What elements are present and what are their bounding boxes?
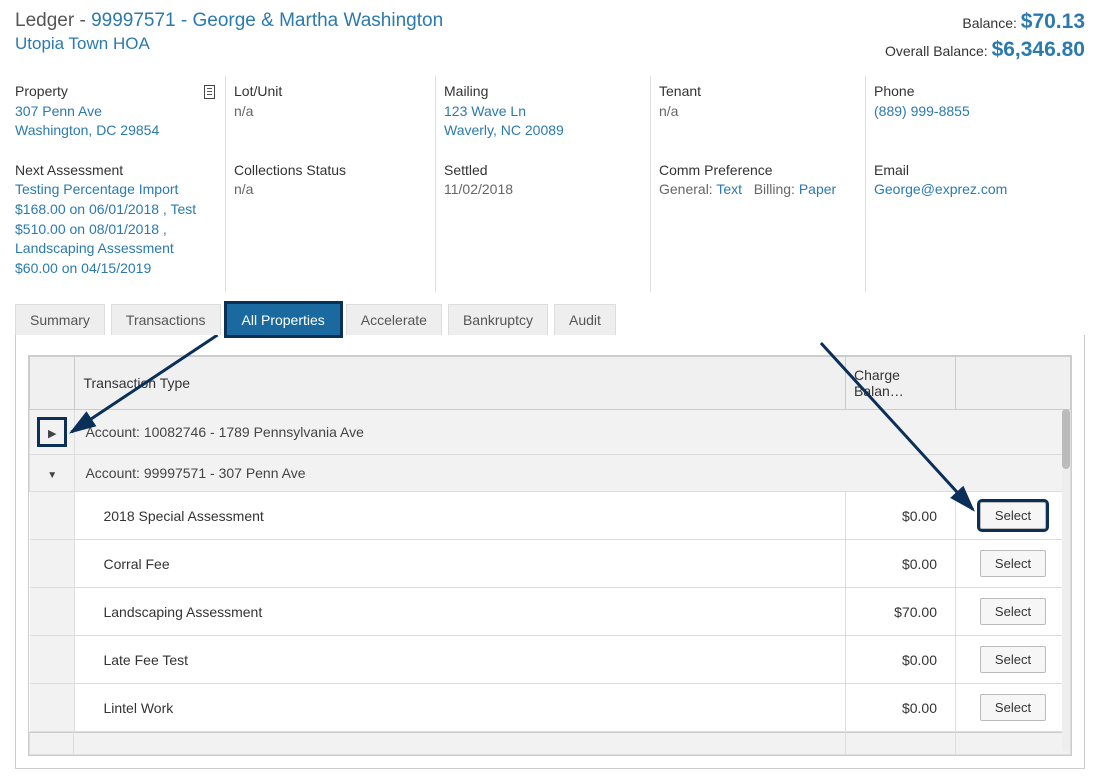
next-assessment-value[interactable]: Testing Percentage Import $168.00 on 06/… [15, 180, 215, 278]
tab-bankruptcy[interactable]: Bankruptcy [448, 304, 548, 335]
account-link[interactable]: 99997571 - George & Martha Washington [91, 10, 443, 31]
tenant-value: n/a [659, 102, 855, 122]
table-row: Late Fee Test$0.00 Select [30, 636, 1071, 684]
group-1-label: Account: 10082746 - 1789 Pennsylvania Av… [75, 410, 1071, 455]
col-expand [30, 357, 75, 410]
phone-value[interactable]: (889) 999-8855 [874, 103, 970, 119]
expand-icon[interactable] [40, 420, 64, 444]
comm-pref-value: General: Text Billing: Paper [659, 180, 855, 200]
row-name: Lintel Work [75, 684, 846, 732]
document-icon[interactable] [204, 85, 215, 99]
phone-label: Phone [874, 82, 1065, 102]
tab-accelerate[interactable]: Accelerate [346, 304, 442, 335]
tab-transactions[interactable]: Transactions [111, 304, 221, 335]
settled-value: 11/02/2018 [444, 180, 640, 200]
mailing-line2[interactable]: Waverly, NC 20089 [444, 122, 564, 138]
row-name: Corral Fee [75, 540, 846, 588]
select-button[interactable]: Select [980, 550, 1046, 577]
collections-label: Collections Status [234, 161, 425, 181]
email-value[interactable]: George@exprez.com [874, 181, 1007, 197]
comm-billing-link[interactable]: Paper [799, 181, 836, 197]
table-row: Lintel Work$0.00 Select [30, 684, 1071, 732]
comm-pref-label: Comm Preference [659, 161, 855, 181]
grid-panel: Transaction Type Charge Balan… Account: … [15, 335, 1085, 769]
settled-label: Settled [444, 161, 640, 181]
tabs: Summary Transactions All Properties Acce… [15, 304, 1085, 335]
group-row-1[interactable]: Account: 10082746 - 1789 Pennsylvania Av… [30, 410, 1071, 455]
email-label: Email [874, 161, 1065, 181]
hoa-link[interactable]: Utopia Town HOA [15, 34, 443, 54]
property-label: Property [15, 82, 68, 102]
group-2-label: Account: 99997571 - 307 Penn Ave [75, 455, 1071, 492]
col-select [956, 357, 1071, 410]
row-name: Landscaping Assessment [75, 588, 846, 636]
collections-value: n/a [234, 180, 425, 200]
tab-audit[interactable]: Audit [554, 304, 616, 335]
lot-value: n/a [234, 102, 425, 122]
row-balance: $0.00 [846, 492, 956, 540]
property-address-line2[interactable]: Washington, DC 29854 [15, 122, 159, 138]
tab-summary[interactable]: Summary [15, 304, 105, 335]
overall-balance-label: Overall Balance: [885, 43, 988, 59]
overall-balance-amount: $6,346.80 [992, 38, 1085, 61]
row-balance: $0.00 [846, 684, 956, 732]
col-transaction-type[interactable]: Transaction Type [75, 357, 846, 410]
scroll-thumb[interactable] [1062, 409, 1070, 469]
balance-amount: $70.13 [1021, 10, 1085, 33]
collapse-icon[interactable] [47, 465, 57, 481]
table-row: Corral Fee$0.00 Select [30, 540, 1071, 588]
next-assessment-label: Next Assessment [15, 161, 215, 181]
lot-label: Lot/Unit [234, 82, 425, 102]
mailing-label: Mailing [444, 82, 640, 102]
row-name: 2018 Special Assessment [75, 492, 846, 540]
select-button[interactable]: Select [980, 598, 1046, 625]
group-row-2[interactable]: Account: 99997571 - 307 Penn Ave [30, 455, 1071, 492]
property-address-line1[interactable]: 307 Penn Ave [15, 103, 102, 119]
tab-all-properties[interactable]: All Properties [227, 304, 340, 335]
row-balance: $0.00 [846, 636, 956, 684]
ledger-label: Ledger [15, 10, 74, 31]
select-button[interactable]: Select [980, 502, 1046, 529]
mailing-line1[interactable]: 123 Wave Ln [444, 103, 526, 119]
col-charge-balance[interactable]: Charge Balan… [846, 357, 956, 410]
comm-general-link[interactable]: Text [716, 181, 742, 197]
row-balance: $70.00 [846, 588, 956, 636]
row-balance: $0.00 [846, 540, 956, 588]
select-button[interactable]: Select [980, 694, 1046, 721]
table-row: 2018 Special Assessment$0.00 Select [30, 492, 1071, 540]
table-row: Landscaping Assessment$70.00 Select [30, 588, 1071, 636]
row-name: Late Fee Test [75, 636, 846, 684]
select-button[interactable]: Select [980, 646, 1046, 673]
vertical-scrollbar[interactable] [1062, 409, 1070, 752]
balance-label: Balance: [962, 15, 1016, 31]
tenant-label: Tenant [659, 82, 855, 102]
